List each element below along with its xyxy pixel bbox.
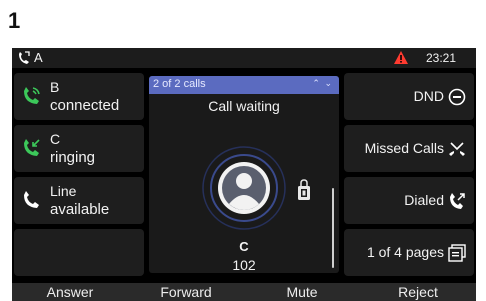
call-panel: 2 of 2 calls ⌃ ⌄ Call waiting C 102 [149, 76, 339, 273]
pages-label: 1 of 4 pages [366, 244, 444, 260]
phone-handset-icon [24, 191, 39, 208]
line-key-available[interactable]: Line available [14, 177, 144, 224]
call-connected-icon [24, 87, 40, 104]
line-key-status: available [50, 201, 110, 218]
minus-circle-icon [448, 88, 466, 106]
pages-button[interactable]: 1 of 4 pages [344, 229, 474, 276]
status-bar: A 23:21 [12, 48, 476, 68]
line-key-label: B [50, 79, 60, 95]
pages-icon [448, 244, 466, 262]
missed-calls-button[interactable]: Missed Calls [344, 125, 474, 172]
line-key-status: connected [50, 97, 120, 114]
scrollbar[interactable] [332, 188, 334, 268]
caller-name: C [239, 239, 249, 254]
chevron-up-down-icon[interactable]: ⌃ ⌄ [312, 78, 333, 89]
incoming-call-icon [24, 139, 40, 156]
call-count-header[interactable]: 2 of 2 calls ⌃ ⌄ [149, 76, 339, 94]
softkey-bar: Answer Forward Mute Reject [12, 283, 476, 301]
dnd-button[interactable]: DND [344, 73, 474, 120]
figure-number: 1 [8, 8, 21, 33]
alert-icon[interactable] [394, 51, 408, 64]
line-key-b[interactable]: B connected [14, 73, 144, 120]
forward-softkey[interactable]: Forward [128, 284, 244, 300]
caller-number: 102 [232, 257, 256, 273]
line-key-empty[interactable] [14, 229, 144, 276]
line-key-label: C [50, 131, 61, 147]
mute-softkey[interactable]: Mute [244, 284, 360, 300]
line-key-status: ringing [50, 149, 96, 166]
phone-screen: A 23:21 B connected C ringing Line avail… [12, 48, 476, 301]
reject-softkey[interactable]: Reject [360, 284, 476, 300]
dialed-button[interactable]: Dialed [344, 177, 474, 224]
line-key-label: Line [50, 183, 77, 199]
call-status: Call waiting [208, 98, 280, 114]
missed-calls-icon [449, 142, 465, 156]
clock-time: 23:21 [426, 51, 457, 65]
secure-call-icon [298, 179, 310, 200]
call-count: 2 of 2 calls [153, 78, 206, 90]
dnd-label: DND [413, 88, 444, 104]
avatar [202, 146, 286, 230]
missed-calls-label: Missed Calls [364, 140, 444, 156]
line-key-c[interactable]: C ringing [14, 125, 144, 172]
line-status-icon [19, 51, 30, 64]
answer-softkey[interactable]: Answer [12, 284, 128, 300]
dialed-label: Dialed [404, 192, 444, 208]
dialed-call-icon [450, 193, 465, 209]
line-label: A [34, 50, 43, 65]
